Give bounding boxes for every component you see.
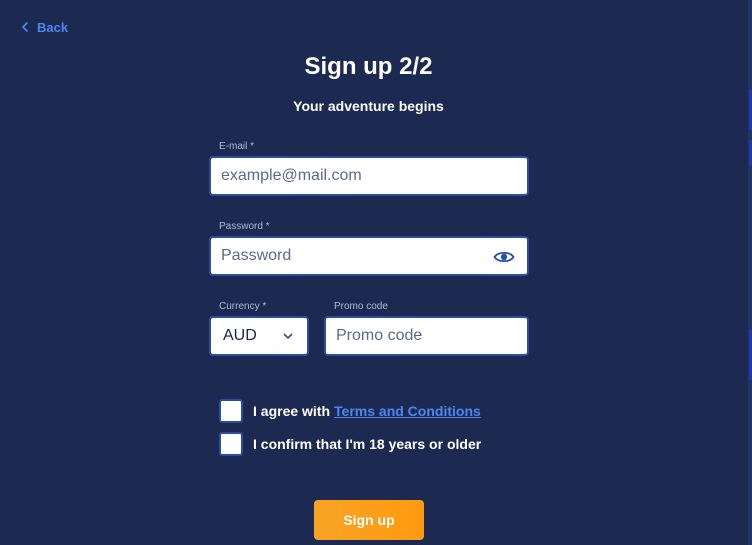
promo-field[interactable]: Promo code [324, 316, 529, 356]
signup-button[interactable]: Sign up [314, 500, 424, 540]
currency-label: Currency * [219, 301, 267, 312]
signup-button-label: Sign up [343, 512, 395, 528]
age-checkbox[interactable] [219, 432, 243, 456]
promo-placeholder: Promo code [336, 327, 423, 344]
back-link[interactable]: Back [20, 19, 68, 35]
currency-select[interactable]: AUD [209, 316, 309, 356]
currency-value: AUD [223, 327, 257, 344]
right-edge-strip [748, 0, 752, 545]
password-field[interactable]: Password [209, 236, 529, 276]
email-field[interactable]: example@mail.com [209, 156, 529, 196]
terms-checkbox[interactable] [219, 399, 243, 423]
terms-link[interactable]: Terms and Conditions [334, 403, 481, 419]
age-label: I confirm that I'm 18 years or older [253, 436, 482, 452]
password-placeholder: Password [221, 247, 292, 264]
chevron-left-icon [22, 22, 28, 32]
terms-row: I agree with Terms and Conditions [219, 399, 481, 423]
promo-label: Promo code [334, 301, 388, 312]
terms-prefix: I agree with [253, 403, 331, 419]
password-label: Password * [219, 221, 270, 232]
chevron-down-icon [283, 333, 293, 339]
page-title: Sign up 2/2 [304, 53, 433, 80]
eye-icon[interactable] [493, 249, 515, 265]
page-subtitle: Your adventure begins [293, 98, 444, 114]
back-label: Back [37, 19, 69, 35]
email-label: E-mail * [219, 141, 255, 152]
email-placeholder: example@mail.com [221, 167, 362, 184]
age-row: I confirm that I'm 18 years or older [219, 432, 481, 456]
